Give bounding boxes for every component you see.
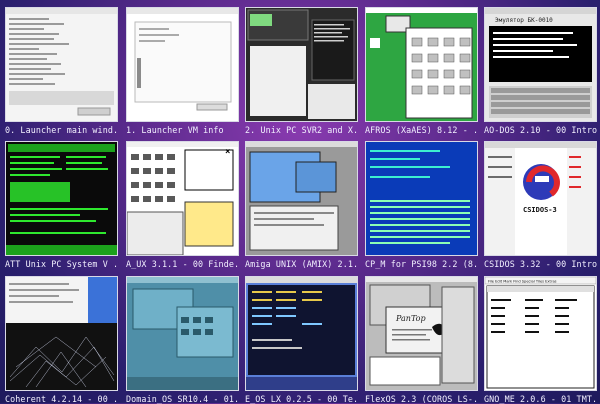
tile-ao-dos[interactable]: Эмулятор БК-0010 AO-DOS 2.10 - 00 Intro <box>484 7 597 135</box>
tile-afros[interactable]: AFROS (XaAES) 8.12 - ... <box>365 7 478 135</box>
tile-coherent[interactable]: Coherent 4.2.14 - 00 ... <box>5 276 118 404</box>
thumbnail-a-ux[interactable]: × <box>126 141 239 256</box>
tile-caption: A_UX 3.1.1 - 00 Finde... <box>126 259 239 269</box>
tile-domain-os[interactable]: Domain_OS SR10.4 - 01... <box>126 276 239 404</box>
csidos-logo-text: CSIDOS-3 <box>523 206 557 214</box>
tile-csidos[interactable]: CSIDOS-3 CSIDOS 3.32 - 00 Intro <box>484 141 597 269</box>
thumbnail-coherent[interactable] <box>5 276 118 391</box>
pantop-logo: PanTop <box>395 314 426 323</box>
tile-caption: AFROS (XaAES) 8.12 - ... <box>365 125 478 135</box>
tile-launcher-vm-info[interactable]: 1. Launcher VM info <box>126 7 239 135</box>
tile-caption: ATT Unix PC System V ... <box>5 259 118 269</box>
thumbnail-att-unix-pc[interactable] <box>5 141 118 256</box>
tile-amiga-unix[interactable]: Amiga UNIX (AMIX) 2.1... <box>245 141 358 269</box>
thumbnail-launcher-vm-info[interactable] <box>126 7 239 122</box>
tile-caption: 1. Launcher VM info <box>126 125 224 135</box>
tile-cpm-psi98[interactable]: CP_M for PSI98 2.2 (8... <box>365 141 478 269</box>
thumbnail-e-os-lx[interactable] <box>245 276 358 391</box>
tile-unix-pc-svr2[interactable]: 2. Unix PC SVR2 and X... <box>245 7 358 135</box>
emulator-title: Эмулятор БК-0010 <box>495 17 553 24</box>
gno-menu-bar: File Edit Mark Find Special Tiles Extras <box>488 280 557 284</box>
thumbnail-grid: 0. Launcher main wind... 1. Launcher VM … <box>0 0 600 404</box>
tile-caption: 2. Unix PC SVR2 and X... <box>245 125 358 135</box>
thumbnail-gno-me[interactable]: File Edit Mark Find Special Tiles Extras <box>484 276 597 391</box>
thumbnail-amiga-unix[interactable] <box>245 141 358 256</box>
thumbnail-cpm-psi98[interactable] <box>365 141 478 256</box>
tile-a-ux[interactable]: × A_UX 3.1.1 - 00 Finde... <box>126 141 239 269</box>
thumbnail-domain-os[interactable] <box>126 276 239 391</box>
tile-caption: CP_M for PSI98 2.2 (8... <box>365 259 478 269</box>
tile-gno-me[interactable]: File Edit Mark Find Special Tiles Extras… <box>484 276 597 404</box>
thumbnail-unix-pc-svr2[interactable] <box>245 7 358 122</box>
tile-caption: 0. Launcher main wind... <box>5 125 118 135</box>
thumbnail-ao-dos[interactable]: Эмулятор БК-0010 <box>484 7 597 122</box>
tile-flexos[interactable]: PanTop FlexOS 2.3 (COROS LS-... <box>365 276 478 404</box>
tile-caption: Amiga UNIX (AMIX) 2.1... <box>245 259 358 269</box>
thumbnail-afros[interactable] <box>365 7 478 122</box>
tile-caption: AO-DOS 2.10 - 00 Intro <box>484 125 597 135</box>
thumbnail-flexos[interactable]: PanTop <box>365 276 478 391</box>
csidos-logo-icon <box>523 164 560 200</box>
tile-caption: CSIDOS 3.32 - 00 Intro <box>484 259 597 269</box>
thumbnail-launcher-main[interactable] <box>5 7 118 122</box>
tile-e-os-lx[interactable]: E_OS LX 0.2.5 - 00 Te... <box>245 276 358 404</box>
svg-text:×: × <box>225 147 230 157</box>
tile-att-unix-pc[interactable]: ATT Unix PC System V ... <box>5 141 118 269</box>
tile-launcher-main[interactable]: 0. Launcher main wind... <box>5 7 118 135</box>
thumbnail-csidos[interactable]: CSIDOS-3 <box>484 141 597 256</box>
